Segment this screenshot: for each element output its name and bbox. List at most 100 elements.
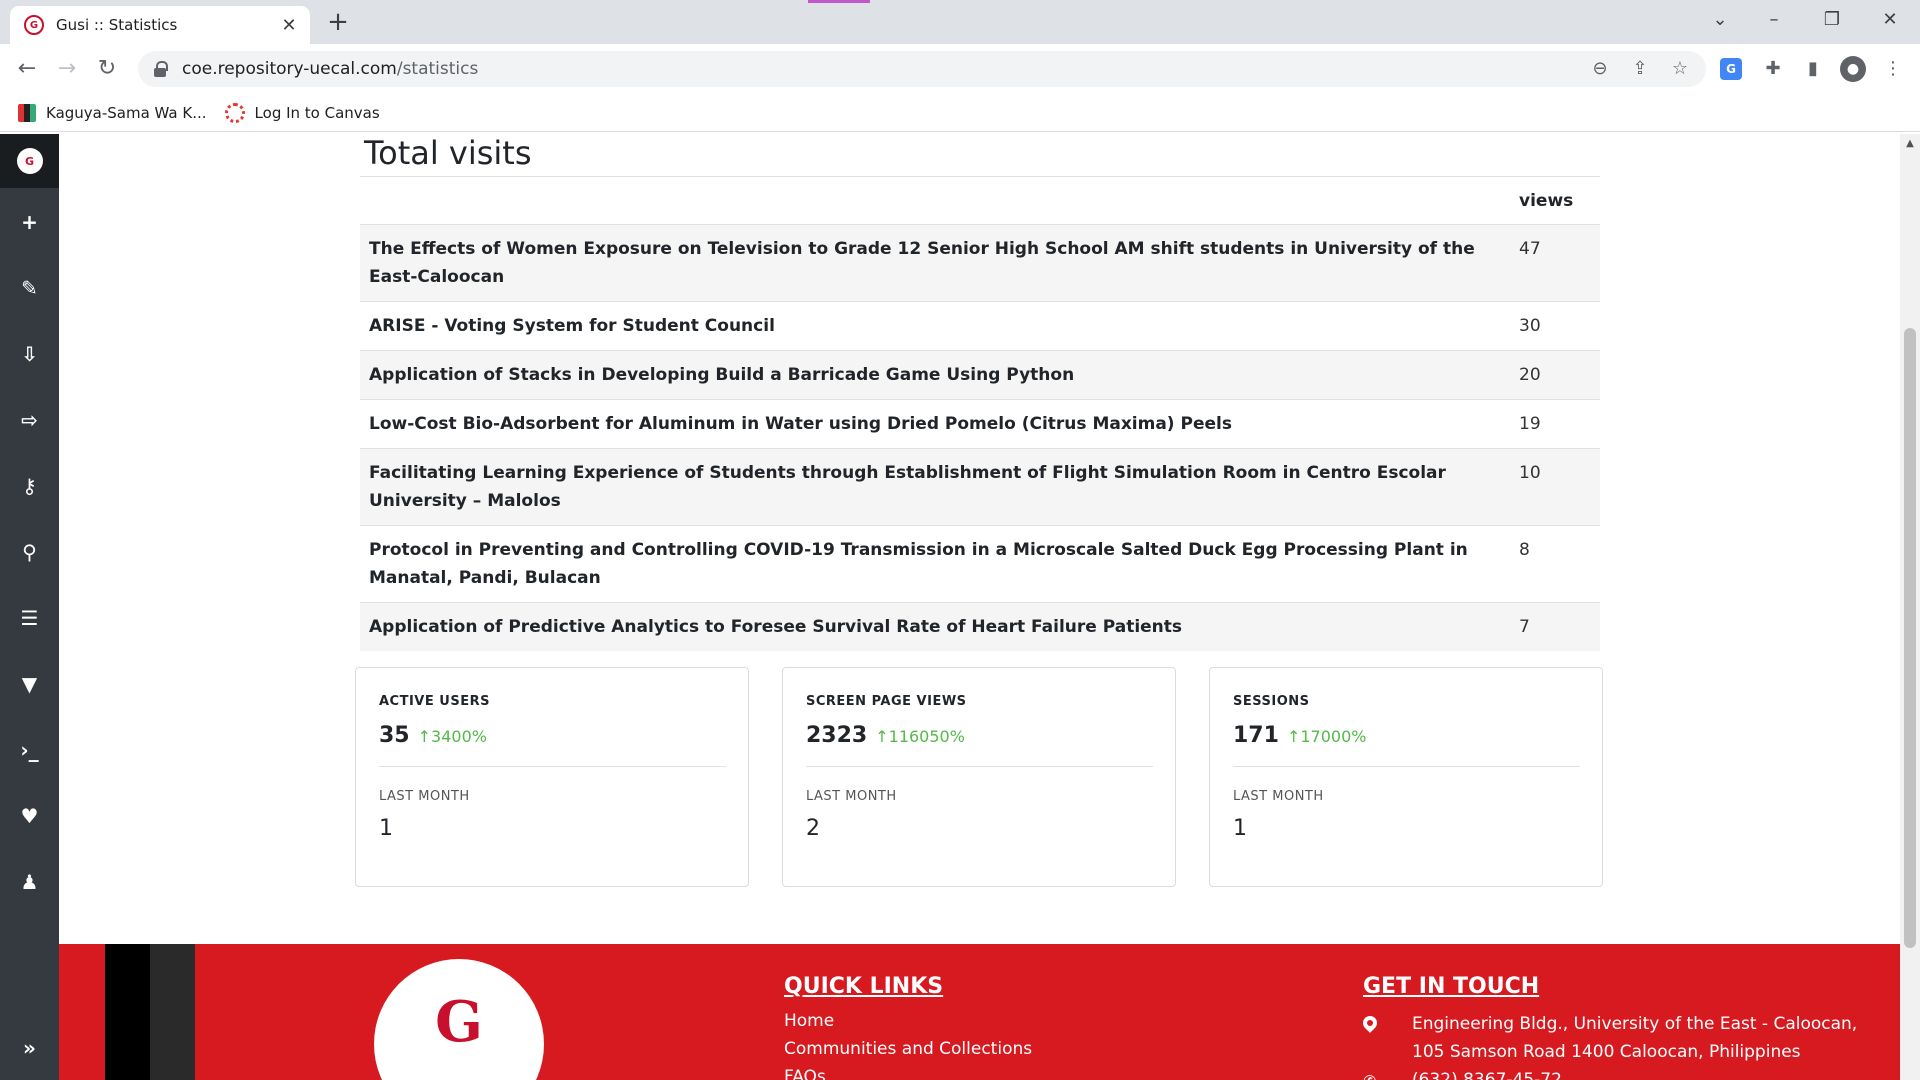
card-label: ACTIVE USERS (379, 694, 490, 709)
table-row: Application of Stacks in Developing Buil… (360, 350, 1600, 400)
contact-address: Engineering Bldg., University of the Eas… (1412, 1014, 1858, 1062)
zoom-icon[interactable]: ⊖ (1582, 51, 1618, 87)
tab-title: Gusi :: Statistics (56, 16, 178, 34)
gusi-favicon-icon: G (24, 15, 44, 35)
filter-icon: ▼ (21, 672, 38, 696)
card-divider (379, 766, 726, 767)
translate-extension-icon[interactable]: G (1720, 58, 1742, 80)
card-sub-label: LAST MONTH (1233, 789, 1324, 804)
bookmark-star-icon[interactable]: ☆ (1662, 51, 1698, 87)
reload-button[interactable]: ↻ (92, 54, 122, 84)
table-row: Application of Predictive Analytics to F… (360, 602, 1600, 651)
share-icon[interactable]: ⇪ (1622, 51, 1658, 87)
lock-icon[interactable] (152, 60, 170, 78)
heartbeat-icon: ♥ (20, 804, 39, 828)
site-footer: G QUICK LINKS Home Communities and Colle… (59, 944, 1900, 1080)
sidebar-item-export[interactable]: ⇨ (0, 400, 59, 440)
extensions-puzzle-icon[interactable]: ✚ (1758, 54, 1788, 84)
main-content: Total visits views The Effects of Women … (59, 134, 1900, 944)
terminal-icon: ›_ (20, 738, 39, 762)
quick-links-section: QUICK LINKS Home Communities and Collect… (784, 974, 1032, 1080)
kaguya-favicon-icon (18, 103, 36, 122)
footer-stripe (105, 944, 150, 1080)
map-pin-icon (1360, 1013, 1380, 1033)
canvas-favicon-icon (224, 102, 245, 123)
bookmark-kaguya[interactable]: Kaguya-Sama Wa K... (18, 103, 207, 122)
item-title-link[interactable]: ARISE - Voting System for Student Counci… (360, 301, 1510, 351)
phone-icon: ✆ (1363, 1072, 1376, 1080)
table-row: ARISE - Voting System for Student Counci… (360, 301, 1600, 351)
card-change: ↑3400% (417, 727, 487, 746)
item-title-link[interactable]: Application of Predictive Analytics to F… (360, 602, 1510, 651)
card-divider (1233, 766, 1580, 767)
card-value: 35 (379, 723, 410, 748)
sidebar-logo[interactable]: G (0, 134, 59, 188)
key-icon: ⚷ (22, 474, 37, 498)
profile-avatar-icon[interactable]: ● (1840, 56, 1866, 82)
close-window-button[interactable]: ✕ (1870, 4, 1910, 36)
bookmark-canvas[interactable]: Log In to Canvas (224, 102, 380, 123)
arrow-up-icon: ↑ (1286, 727, 1301, 746)
browser-tab-strip: G Gusi :: Statistics ✕ + ⌄ – ❐ ✕ (0, 0, 1920, 44)
active-users-card: ACTIVE USERS 35 ↑3400% LAST MONTH 1 (355, 667, 749, 887)
address-bar[interactable]: coe.repository-uecal.com/statistics ⊖ ⇪ … (138, 51, 1706, 87)
table-row: The Effects of Women Exposure on Televis… (360, 224, 1600, 302)
item-title-link[interactable]: Application of Stacks in Developing Buil… (360, 350, 1510, 400)
sidebar-item-processes[interactable]: ›_ (0, 730, 59, 770)
expand-icon: » (23, 1036, 36, 1060)
footer-stripe (150, 944, 195, 1080)
sidebar-item-admin-search[interactable]: ⚲ (0, 532, 59, 572)
admin-sidebar: G + ✎ ⇩ ⇨ ⚷ ⚲ ☰ ▼ ›_ ♥ ♟ » (0, 134, 59, 1080)
new-tab-button[interactable]: + (323, 8, 353, 38)
footer-link-faqs[interactable]: FAQs (784, 1063, 1032, 1080)
page-title: Total visits (364, 134, 532, 172)
card-sub-label: LAST MONTH (379, 789, 470, 804)
item-title-link[interactable]: The Effects of Women Exposure on Televis… (360, 224, 1510, 302)
active-tab[interactable]: G Gusi :: Statistics ✕ (10, 6, 310, 44)
back-button[interactable]: ← (12, 54, 42, 84)
minimize-window-button[interactable]: – (1754, 4, 1794, 36)
table-row: Low-Cost Bio-Adsorbent for Aluminum in W… (360, 399, 1600, 449)
page-scrollbar[interactable]: ▲ (1900, 134, 1920, 1080)
sidebar-item-new[interactable]: + (0, 202, 59, 242)
scrollbar-thumb[interactable] (1904, 328, 1916, 948)
item-title-link[interactable]: Protocol in Preventing and Controlling C… (360, 525, 1510, 603)
side-panel-icon[interactable]: ▮ (1798, 54, 1828, 84)
sessions-card: SESSIONS 171 ↑17000% LAST MONTH 1 (1209, 667, 1603, 887)
footer-logo: G (374, 959, 544, 1080)
item-title-link[interactable]: Facilitating Learning Experience of Stud… (360, 448, 1510, 526)
footer-link-communities[interactable]: Communities and Collections (784, 1035, 1032, 1063)
column-header-title (360, 176, 1510, 225)
arrow-up-icon: ↑ (875, 727, 889, 746)
item-views: 8 (1510, 525, 1600, 603)
close-tab-icon[interactable]: ✕ (278, 15, 300, 36)
sidebar-item-workflow[interactable]: ♟ (0, 862, 59, 902)
sidebar-item-access-control[interactable]: ⚷ (0, 466, 59, 506)
item-views: 19 (1510, 399, 1600, 449)
item-views: 10 (1510, 448, 1600, 526)
arrow-up-icon: ↑ (417, 727, 432, 746)
item-views: 20 (1510, 350, 1600, 400)
sidebar-item-registries[interactable]: ☰ (0, 598, 59, 638)
sidebar-item-import[interactable]: ⇩ (0, 334, 59, 374)
item-views: 47 (1510, 224, 1600, 302)
table-header-row: views (360, 176, 1600, 225)
sidebar-item-curation[interactable]: ▼ (0, 664, 59, 704)
contact-section: GET IN TOUCH Engineering Bldg., Universi… (1360, 974, 1883, 1080)
forward-button[interactable]: → (52, 54, 82, 84)
user-check-icon: ♟ (20, 870, 39, 894)
gusi-logo-icon: G (16, 148, 43, 174)
tab-search-chevron-icon[interactable]: ⌄ (1700, 4, 1740, 36)
card-change: ↑17000% (1286, 727, 1367, 746)
url-text: coe.repository-uecal.com/statistics (182, 59, 479, 79)
restore-window-button[interactable]: ❐ (1812, 4, 1852, 36)
sidebar-item-health[interactable]: ♥ (0, 796, 59, 836)
item-title-link[interactable]: Low-Cost Bio-Adsorbent for Aluminum in W… (360, 399, 1510, 449)
footer-link-home[interactable]: Home (784, 1007, 1032, 1035)
table-row: Protocol in Preventing and Controlling C… (360, 525, 1600, 603)
sidebar-expand-toggle[interactable]: » (0, 1028, 59, 1068)
sidebar-item-edit[interactable]: ✎ (0, 268, 59, 308)
scroll-up-arrow-icon[interactable]: ▲ (1900, 138, 1920, 149)
chrome-menu-icon[interactable]: ⋮ (1878, 54, 1908, 84)
column-header-views: views (1510, 176, 1600, 225)
